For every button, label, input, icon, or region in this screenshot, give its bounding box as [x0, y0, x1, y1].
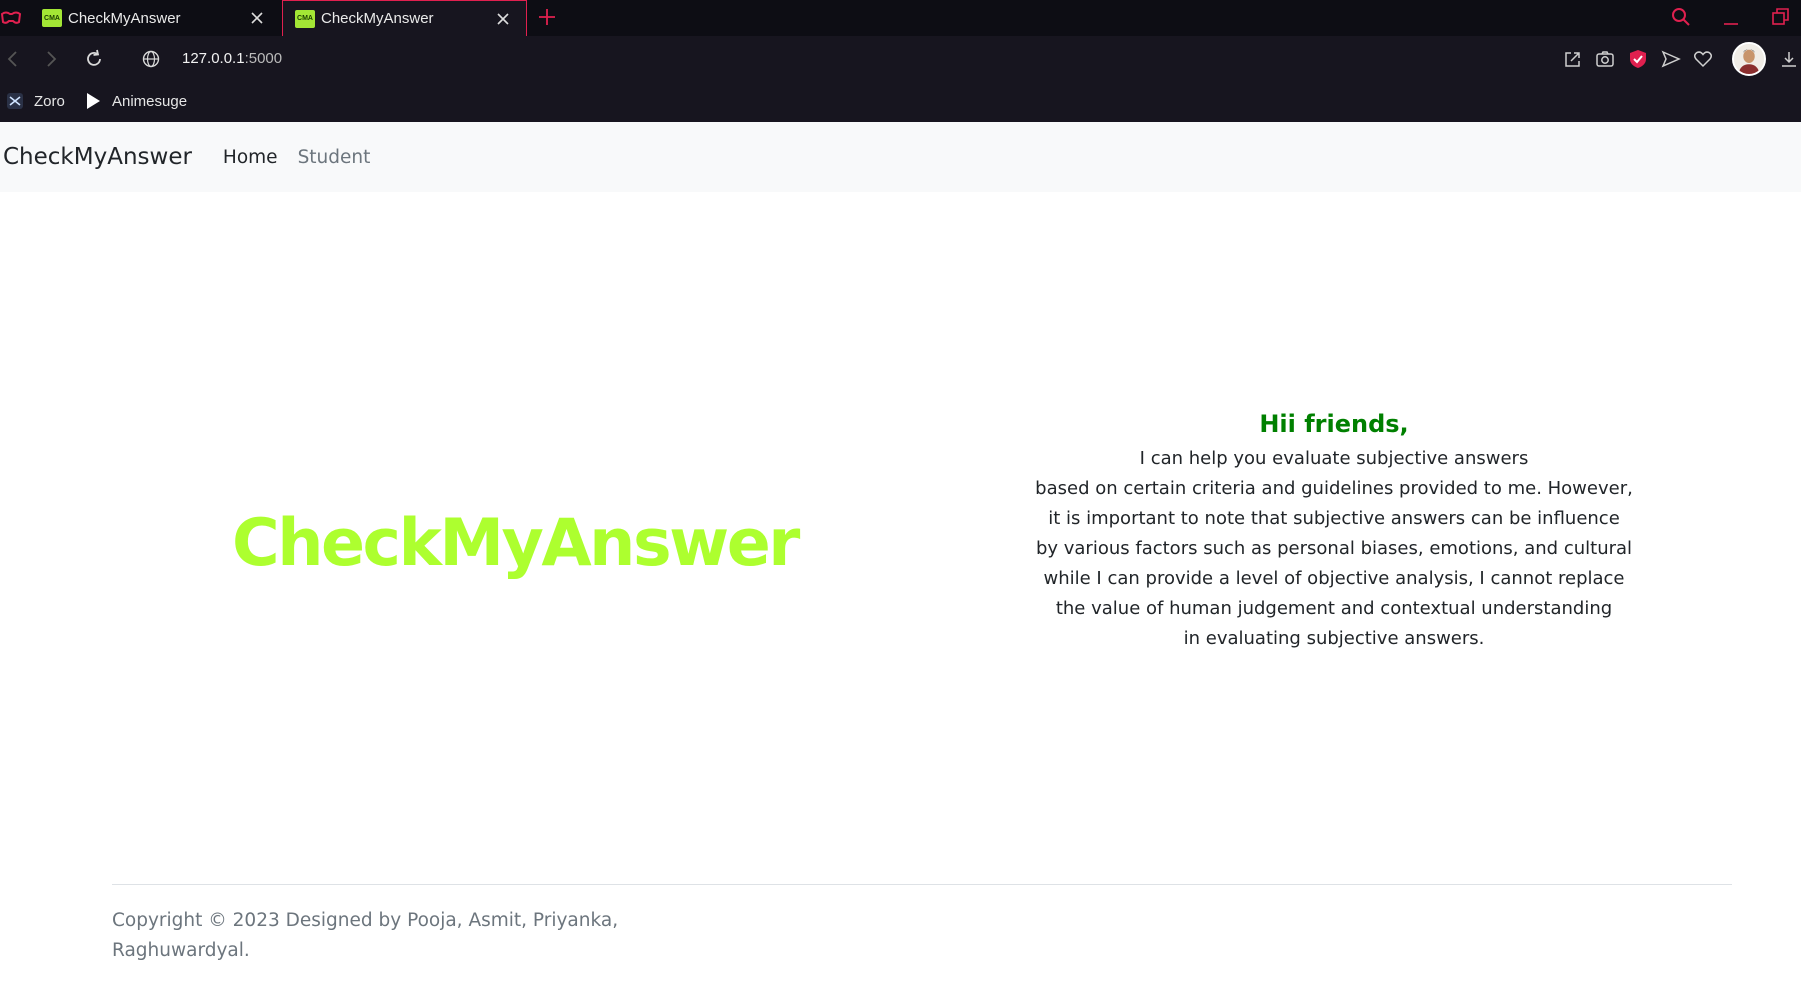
- minimize-icon[interactable]: [1720, 6, 1742, 28]
- cma-favicon-icon: CMA: [42, 9, 62, 27]
- forward-icon[interactable]: [40, 48, 62, 70]
- profile-avatar[interactable]: [1732, 42, 1766, 76]
- tab-title: CheckMyAnswer: [68, 9, 181, 27]
- cma-favicon-icon: CMA: [295, 9, 315, 28]
- share-icon[interactable]: [1562, 48, 1584, 70]
- favorites-heart-icon[interactable]: [1692, 48, 1714, 70]
- nav-link-student[interactable]: Student: [298, 147, 371, 168]
- snapshot-camera-icon[interactable]: [1594, 48, 1616, 70]
- adblocker-shield-icon[interactable]: [1627, 48, 1649, 70]
- back-icon[interactable]: [2, 48, 24, 70]
- intro-section: Hii friends, I can help you evaluate sub…: [1002, 410, 1666, 654]
- play-icon: [87, 93, 100, 109]
- nav-link-home[interactable]: Home: [223, 147, 278, 168]
- user-portrait-icon: [1734, 44, 1764, 74]
- tab-checkmyanswer-active[interactable]: CMA CheckMyAnswer: [282, 0, 527, 36]
- bookmark-label: Animesuge: [112, 92, 188, 110]
- bookmark-label: Zoro: [34, 92, 65, 110]
- intro-line: in evaluating subjective answers.: [1183, 628, 1485, 649]
- url-host: 127.0.0.1: [182, 50, 245, 67]
- new-tab-plus-icon[interactable]: [536, 6, 558, 28]
- close-tab-icon[interactable]: [494, 10, 512, 28]
- footer-divider: [112, 884, 1732, 885]
- bookmarks-bar: Zoro Animesuge: [0, 82, 1801, 122]
- url-field[interactable]: 127.0.0.1:5000: [182, 50, 282, 67]
- intro-line: based on certain criteria and guidelines…: [1035, 478, 1633, 499]
- close-tab-icon[interactable]: [248, 9, 266, 27]
- footer-line: Raghuwardyal.: [112, 940, 250, 961]
- bookmark-zoro[interactable]: Zoro: [6, 92, 65, 110]
- intro-line: it is important to note that subjective …: [1048, 508, 1620, 529]
- tab-title: CheckMyAnswer: [321, 10, 434, 27]
- downloads-icon[interactable]: [1778, 48, 1800, 70]
- site-info-globe-icon[interactable]: [140, 48, 162, 70]
- url-port: :5000: [244, 50, 283, 67]
- opera-gx-logo-icon[interactable]: [0, 8, 22, 28]
- hero-title: CheckMyAnswer: [232, 506, 800, 581]
- footer-line: Copyright © 2023 Designed by Pooja, Asmi…: [112, 910, 619, 931]
- greeting-heading: Hii friends,: [1259, 410, 1409, 438]
- intro-line: the value of human judgement and context…: [1055, 598, 1613, 619]
- tab-checkmyanswer-1[interactable]: CMA CheckMyAnswer: [30, 0, 280, 36]
- intro-line: while I can provide a level of objective…: [1043, 568, 1625, 589]
- address-bar: 127.0.0.1:5000: [0, 36, 1801, 82]
- zoro-icon: [7, 93, 23, 109]
- reload-icon[interactable]: [83, 48, 105, 70]
- bookmark-animesuge[interactable]: Animesuge: [84, 92, 187, 110]
- search-tabs-icon[interactable]: [1670, 6, 1692, 28]
- send-flow-icon[interactable]: [1660, 48, 1682, 70]
- restore-window-icon[interactable]: [1770, 6, 1792, 28]
- navbar-brand[interactable]: CheckMyAnswer: [3, 144, 192, 170]
- site-navbar: CheckMyAnswer Home Student: [0, 122, 1801, 192]
- intro-line: I can help you evaluate subjective answe…: [1139, 448, 1529, 469]
- footer-copyright: Copyright © 2023 Designed by Pooja, Asmi…: [112, 906, 632, 966]
- browser-tab-bar: CMA CheckMyAnswer CMA CheckMyAnswer: [0, 0, 1801, 36]
- intro-line: by various factors such as personal bias…: [1035, 538, 1633, 559]
